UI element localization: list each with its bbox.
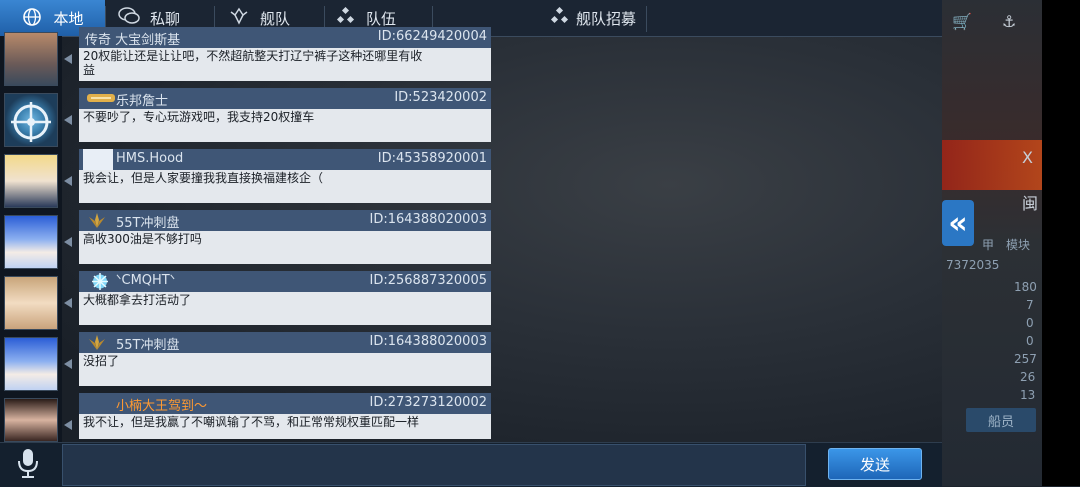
tab-fleet-recruit[interactable]: 舰队招募 [548, 0, 636, 36]
message-body: 我会让，但是人家要撞我我直接换福建核企（ [79, 170, 491, 203]
microphone-icon[interactable] [14, 446, 42, 480]
sender-name[interactable]: 乐邦詹士 [116, 90, 168, 109]
side-id: 7372035 [946, 258, 1000, 272]
side-stat: 0 [1026, 316, 1034, 330]
sender-id: ID:164388020003 [369, 334, 487, 349]
side-stat: 26 [1020, 370, 1036, 384]
chat-message: 55T冲刺盘 ID:164388020003 高收300油是不够打吗 [79, 210, 491, 264]
snowflake-badge-icon [85, 272, 109, 291]
message-text: 我会让，但是人家要撞我我直接换福建核企（ [83, 171, 324, 185]
bubble-pointer [64, 298, 72, 308]
chat-message: ᐠCMQHTᐠ ID:256887320005 大概都拿去打活动了 [79, 271, 491, 325]
side-char-lan: 闽 [1022, 194, 1039, 213]
side-stat: 257 [1014, 352, 1037, 366]
sender-name[interactable]: ᐠCMQHTᐠ [116, 273, 175, 288]
sender-id: ID:273273120002 [369, 395, 487, 410]
message-header: 55T冲刺盘 ID:164388020003 [79, 210, 491, 231]
chat-bubbles-icon [118, 7, 140, 29]
crew-button[interactable]: 船员 [966, 408, 1036, 432]
sender-id: ID:66249420004 [377, 29, 487, 44]
bubble-pointer [64, 359, 72, 369]
message-header: 乐邦詹士 ID:523420002 [79, 88, 491, 109]
sender-id: ID:523420002 [394, 90, 487, 105]
tab-label: 舰队 [260, 9, 291, 28]
golden-laurel-icon [85, 333, 109, 352]
chat-message: 小楠大王驾到〜 ID:273273120002 我不让，但是我赢了不嘲讽输了不骂… [79, 393, 491, 439]
sender-name[interactable]: 小楠大王驾到〜 [116, 395, 207, 414]
bubble-pointer [64, 237, 72, 247]
side-stat: 0 [1026, 334, 1034, 348]
message-header: 55T冲刺盘 ID:164388020003 [79, 332, 491, 353]
globe-icon [21, 7, 43, 29]
message-text: 不要吵了，专心玩游戏吧，我支持20权撞车 [83, 110, 315, 124]
ship-wheel-icon [11, 102, 51, 142]
avatar[interactable] [4, 93, 58, 147]
message-body: 20权能让还是让让吧，不然超航整天打辽宁裤子这种还哪里有收益 [79, 48, 491, 81]
chat-message: 55T冲刺盘 ID:164388020003 没招了 [79, 332, 491, 386]
message-header: HMS.Hood ID:45358920001 [79, 149, 491, 170]
tab-label: 舰队招募 [576, 9, 637, 28]
avatar[interactable] [4, 154, 58, 208]
message-body: 不要吵了，专心玩游戏吧，我支持20权撞车 [79, 109, 491, 142]
message-input[interactable] [62, 444, 806, 486]
side-char-x: X [1022, 148, 1033, 167]
message-text: 我不让，但是我赢了不嘲讽输了不骂，和正常常规权重匹配一样 [83, 415, 420, 429]
sender-id: ID:164388020003 [369, 212, 487, 227]
fleet-emblem-icon [228, 7, 250, 29]
chat-message: 传奇 大宝剑斯基 ID:66249420004 20权能让还是让让吧，不然超航整… [79, 27, 491, 81]
message-text: 20权能让还是让让吧，不然超航整天打辽宁裤子这种还哪里有收益 [83, 49, 423, 77]
avatar[interactable] [4, 398, 58, 442]
anchor-icon: ⚓ [1002, 12, 1017, 31]
sender-id: ID:256887320005 [369, 273, 487, 288]
message-text: 高收300油是不够打吗 [83, 232, 202, 246]
sender-name[interactable]: 55T冲刺盘 [116, 212, 179, 231]
avatar[interactable] [4, 276, 58, 330]
side-char-b: 模块 [1006, 238, 1031, 252]
avatar[interactable] [4, 337, 58, 391]
sender-name[interactable]: 传奇 大宝剑斯基 [85, 29, 180, 48]
bubble-pointer [64, 54, 72, 64]
tab-divider [646, 6, 647, 32]
tab-label: 队伍 [366, 9, 397, 28]
side-char-a: 甲 [982, 238, 995, 252]
message-body: 高收300油是不够打吗 [79, 231, 491, 264]
chat-message: 乐邦詹士 ID:523420002 不要吵了，专心玩游戏吧，我支持20权撞车 [79, 88, 491, 142]
tab-label: 私聊 [150, 9, 181, 28]
message-body: 没招了 [79, 353, 491, 386]
message-header: ᐠCMQHTᐠ ID:256887320005 [79, 271, 491, 292]
message-header: 传奇 大宝剑斯基 ID:66249420004 [79, 27, 491, 48]
gold-badge-icon [85, 89, 115, 108]
cart-icon: 🛒 [952, 12, 972, 31]
screen-edge [1042, 0, 1080, 486]
sender-name[interactable]: HMS.Hood [116, 151, 183, 166]
sender-name[interactable]: 55T冲刺盘 [116, 334, 179, 353]
expand-panel-button[interactable]: « [942, 200, 974, 246]
bubble-pointer [64, 420, 72, 430]
side-stat: 180 [1014, 280, 1037, 294]
team-dots-icon [334, 6, 356, 29]
message-text: 没招了 [83, 354, 120, 368]
golden-laurel-icon [85, 211, 109, 230]
avatar[interactable] [4, 215, 58, 269]
bubble-pointer [64, 176, 72, 186]
tab-label: 本地 [53, 9, 84, 28]
side-stat: 7 [1026, 298, 1034, 312]
character-badge-icon [83, 149, 113, 170]
chat-message: HMS.Hood ID:45358920001 我会让，但是人家要撞我我直接换福… [79, 149, 491, 203]
recruit-dots-icon [548, 6, 570, 29]
avatar[interactable] [4, 32, 58, 86]
side-stat: 13 [1020, 388, 1036, 402]
message-body: 大概都拿去打活动了 [79, 292, 491, 325]
bubble-pointer [64, 115, 72, 125]
message-header: 小楠大王驾到〜 ID:273273120002 [79, 393, 491, 414]
message-text: 大概都拿去打活动了 [83, 293, 192, 307]
message-body: 我不让，但是我赢了不嘲讽输了不骂，和正常常规权重匹配一样 [79, 414, 491, 439]
send-button[interactable]: 发送 [828, 448, 922, 480]
sender-id: ID:45358920001 [377, 151, 487, 166]
